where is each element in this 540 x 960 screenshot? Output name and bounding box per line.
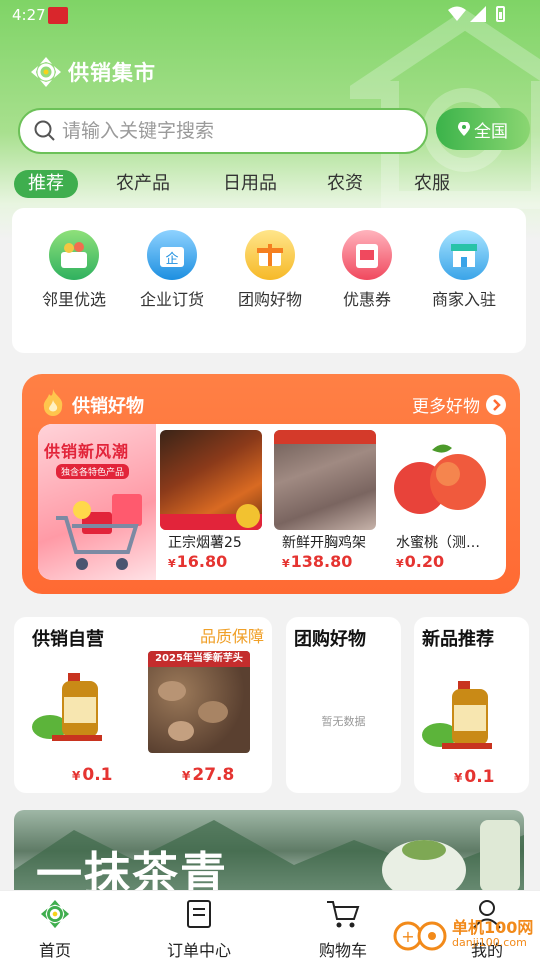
location-pin-icon	[458, 122, 470, 136]
product-image-oil-bottle	[422, 681, 492, 749]
quick-entry-group-buy[interactable]: 团购好物	[228, 230, 312, 310]
more-goods-link[interactable]: 更多好物	[412, 392, 506, 417]
tab-home[interactable]: 首页	[0, 899, 110, 960]
watermark-text: 单机100网	[452, 917, 534, 937]
featured-carousel: 供销新风潮 独含各特色产品 正宗烟薯25 ¥16.80 新鲜开胸鸡架 ¥138.…	[38, 424, 506, 580]
gift-icon	[245, 230, 295, 280]
enterprise-icon: 企	[147, 230, 197, 280]
product-image-taro: 2025年当季新芋头	[148, 651, 250, 753]
taro-image-caption: 2025年当季新芋头	[148, 651, 250, 667]
category-tabs: 推荐 农产品 日用品 农资 农服	[14, 170, 534, 198]
app-logo-icon	[31, 57, 61, 87]
cart-icon	[327, 901, 360, 928]
watermark-domain: danji100.com	[452, 935, 527, 949]
product-image-peach	[388, 430, 490, 530]
quick-entry-card: 邻里优选 企 企业订货 团购好物 优惠券 商家入驻	[12, 208, 526, 353]
brand: 供销集市	[30, 56, 156, 88]
product-image-chicken-rack	[274, 430, 376, 530]
featured-goods-section: 供销好物 更多好物 供销新风潮 独含各特色产品 正宗烟薯25 ¥16.80 新鲜…	[22, 374, 520, 594]
product-price: ¥138.80	[282, 552, 353, 571]
product-price: ¥0.1	[72, 765, 113, 785]
tab-orders-label: 订单中心	[166, 941, 231, 960]
product-name: 水蜜桃（测试用...	[396, 535, 492, 551]
product-price: ¥27.8	[182, 765, 235, 785]
fire-icon	[43, 389, 63, 416]
tab-recommend[interactable]: 推荐	[14, 170, 78, 198]
search-bar[interactable]	[18, 108, 428, 154]
self-operated-title: 供销自营	[32, 629, 104, 650]
quick-entry-label: 邻里优选	[41, 290, 106, 309]
tab-cart-label: 购物车	[318, 941, 367, 960]
svg-text:企: 企	[165, 251, 178, 267]
more-goods-label: 更多好物	[412, 397, 480, 417]
watermark: + 单机100网 danji100.com	[392, 912, 533, 956]
quick-entry-label: 团购好物	[237, 290, 302, 309]
product-card[interactable]: 水蜜桃（测试用... ¥0.20	[388, 430, 492, 571]
tab-agricultural-products[interactable]: 农产品	[110, 170, 176, 198]
order-icon	[187, 900, 211, 928]
watermark-logo-icon: +	[393, 921, 447, 951]
banner-subtitle: 独含各特色产品	[56, 464, 130, 479]
product-name: 正宗烟薯25	[168, 535, 242, 551]
quick-entry-merchant[interactable]: 商家入驻	[422, 230, 506, 310]
product-name: 新鲜开胸鸡架	[282, 535, 366, 551]
empty-state-text: 暂无数据	[321, 715, 366, 728]
promo-banner-text: 一抹茶青	[36, 847, 228, 892]
basket-icon	[49, 230, 99, 280]
group-buy-title: 团购好物	[294, 629, 366, 650]
region-button[interactable]: 全国	[436, 108, 530, 150]
featured-title: 供销好物	[72, 396, 144, 417]
search-icon	[34, 120, 55, 141]
tab-home-label: 首页	[38, 941, 71, 960]
product-price: ¥0.1	[454, 767, 495, 787]
banner-title: 供销新风潮	[44, 442, 130, 461]
coupon-icon	[342, 230, 392, 280]
group-buy-card[interactable]: 团购好物 暂无数据	[286, 617, 401, 793]
product-card[interactable]: 新鲜开胸鸡架 ¥138.80	[274, 430, 378, 571]
svg-text:+: +	[401, 927, 414, 946]
matcha-promo-banner[interactable]: 一抹茶青	[14, 810, 524, 892]
status-bar: 4:27	[0, 0, 540, 32]
new-products-card[interactable]: 新品推荐 ¥0.1	[414, 617, 529, 793]
signal-icon	[470, 6, 486, 22]
quality-guarantee-tag: 品质保障	[199, 627, 264, 646]
tab-orders[interactable]: 订单中心	[144, 899, 254, 960]
quick-entry-enterprise[interactable]: 企 企业订货	[130, 230, 214, 310]
region-label: 全国	[474, 121, 508, 142]
quick-entry-label: 商家入驻	[431, 290, 496, 309]
tab-cart[interactable]: 购物车	[288, 899, 398, 960]
quick-entry-coupon[interactable]: 优惠券	[325, 230, 409, 310]
shop-icon	[439, 230, 489, 280]
self-operated-card[interactable]: 供销自营 品质保障 ¥0.1 2025年当季新芋头 ¥27.8	[14, 617, 272, 793]
chevron-right-icon	[486, 394, 506, 415]
quick-entry-label: 优惠券	[342, 290, 391, 309]
tab-farm-services[interactable]: 农服	[408, 170, 456, 198]
quick-entry-neighbor[interactable]: 邻里优选	[32, 230, 116, 310]
quick-entry-label: 企业订货	[139, 290, 204, 309]
home-icon	[40, 899, 70, 929]
app-name: 供销集市	[68, 61, 156, 85]
product-card[interactable]: 正宗烟薯25 ¥16.80	[160, 430, 264, 571]
new-products-title: 新品推荐	[422, 629, 494, 650]
shopping-cart-illustration	[56, 494, 142, 570]
notification-icon	[48, 7, 68, 24]
product-image-oil-bottle	[32, 673, 102, 741]
tab-daily-goods[interactable]: 日用品	[217, 170, 283, 198]
status-time: 4:27	[12, 6, 46, 24]
product-image-sweet-potato	[160, 430, 262, 530]
battery-icon	[496, 6, 505, 22]
wifi-icon	[448, 6, 466, 21]
product-price: ¥0.20	[396, 552, 445, 571]
product-price: ¥16.80	[168, 552, 228, 571]
promo-banner-cart[interactable]: 供销新风潮 独含各特色产品	[38, 424, 156, 580]
search-input[interactable]	[62, 120, 402, 142]
tab-farm-supplies[interactable]: 农资	[321, 170, 369, 198]
